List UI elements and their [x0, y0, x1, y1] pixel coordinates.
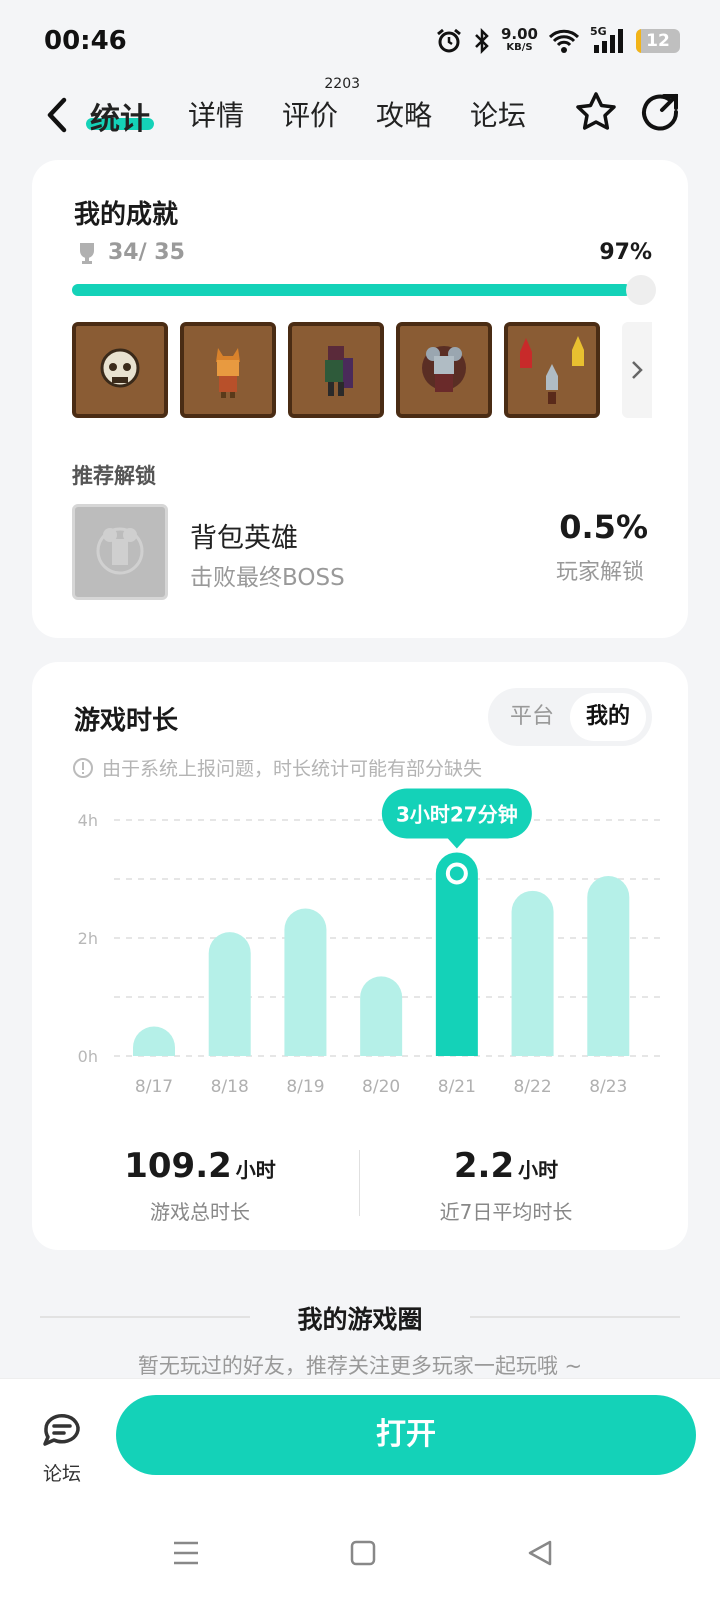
info-icon	[73, 757, 93, 778]
back-arrow-icon[interactable]	[38, 92, 78, 138]
chevron-right-icon	[632, 361, 643, 379]
bar-8/23	[587, 876, 630, 1056]
progress-end-icon	[626, 275, 656, 305]
tab-guides[interactable]: 攻略	[376, 82, 432, 158]
achievements-card: 我的成就 34/ 35 97% 推荐解锁 背包英雄 击败最终BOSS 0.5% …	[32, 160, 688, 638]
x-tick-label: 8/21	[438, 1077, 476, 1097]
rockets-badge[interactable]	[504, 322, 600, 418]
forum-button[interactable]: 论坛	[36, 1411, 88, 1486]
battery-indicator: 12	[636, 29, 680, 53]
tab-forum[interactable]: 论坛	[470, 82, 526, 158]
toggle-mine[interactable]: 我的	[570, 693, 646, 741]
recommend-desc: 击败最终BOSS	[190, 565, 345, 591]
recommend-percent-label: 玩家解锁	[555, 560, 644, 585]
x-tick-label: 8/23	[589, 1077, 627, 1097]
avg-playtime: 2.2 小时 近7日平均时长	[439, 1146, 573, 1224]
tab-reviews[interactable]: 评价 2203	[282, 76, 360, 158]
bar-8/20	[360, 976, 403, 1056]
platform-mine-toggle: 平台 我的	[488, 688, 652, 746]
tooltip-text: 3小时27分钟	[396, 802, 518, 826]
y-tick-label: 0h	[78, 1047, 98, 1066]
y-tick-label: 4h	[78, 811, 98, 830]
share-icon[interactable]	[640, 90, 680, 134]
bar-8/22	[511, 890, 554, 1056]
star-icon[interactable]	[574, 90, 618, 134]
status-bar: 00:46 9.00 KB/S 5G 12	[0, 0, 720, 82]
achievement-count: 34/ 35	[108, 240, 185, 265]
system-nav-bar	[0, 1510, 720, 1608]
tab-stats[interactable]: 统计	[86, 82, 154, 158]
x-tick-label: 8/19	[286, 1077, 324, 1097]
game-circle-title: 我的游戏圈	[297, 1305, 423, 1334]
section-divider-right	[470, 1316, 680, 1318]
bar-8/19	[284, 908, 327, 1056]
more-badges-arrow[interactable]	[622, 322, 652, 418]
signal-icon: 5G	[590, 25, 626, 55]
notice-text-row: 由于系统上报问题，时长统计可能有部分缺失	[72, 754, 482, 781]
ranger-badge[interactable]	[288, 322, 384, 418]
top-nav: 统计 详情 评价 2203 攻略 论坛	[0, 76, 720, 158]
net-speed: 9.00 KB/S	[500, 25, 538, 54]
tab-details[interactable]: 详情	[188, 82, 244, 158]
bluetooth-icon	[475, 27, 489, 55]
home-nav-icon[interactable]	[350, 1540, 376, 1570]
alarm-icon	[437, 28, 461, 53]
playtime-title: 游戏时长	[74, 706, 179, 736]
x-tick-label: 8/17	[135, 1077, 173, 1097]
tooltip-pointer	[447, 838, 466, 849]
game-circle-subtitle: 暂无玩过的好友，推荐关注更多玩家一起玩哦 ~	[137, 1354, 583, 1376]
menu-nav-icon[interactable]	[172, 1540, 200, 1570]
x-tick-label: 8/22	[513, 1077, 551, 1097]
bar-8/18	[208, 932, 251, 1056]
tab-bar: 统计 详情 评价 2203 攻略 论坛	[86, 76, 564, 158]
wifi-icon	[548, 29, 580, 53]
recommend-percent: 0.5%	[559, 508, 648, 546]
achievement-progress-bar	[72, 275, 656, 305]
recommend-name: 背包英雄	[190, 523, 298, 554]
playtime-stats: 109.2 小时 游戏总时长 2.2 小时 近7日平均时长	[32, 1146, 688, 1226]
review-count-badge: 2203	[324, 76, 361, 92]
x-tick-label: 8/20	[362, 1077, 400, 1097]
playtime-bar-chart: 0h 2h 4h 8/17 8/18 8/19 8/20 8/21 3小时27分钟 8/22 8/2…	[78, 788, 664, 1097]
toggle-platform[interactable]: 平台	[494, 693, 570, 741]
total-playtime: 109.2 小时 游戏总时长	[124, 1146, 276, 1224]
y-tick-label: 2h	[78, 929, 98, 948]
achievements-title: 我的成就	[74, 200, 179, 230]
mouse-mage-badge[interactable]	[396, 322, 492, 418]
trophy-icon	[80, 242, 94, 264]
achievement-badges	[72, 322, 600, 418]
achievement-percent: 97%	[599, 240, 652, 265]
skull-badge[interactable]	[72, 322, 168, 418]
clock: 00:46	[44, 26, 127, 56]
chat-bubble-icon	[43, 1413, 80, 1446]
notice-text: 由于系统上报问题，时长统计可能有部分缺失	[102, 758, 483, 780]
back-nav-icon[interactable]	[526, 1540, 554, 1570]
open-game-button[interactable]: 打开	[116, 1395, 696, 1475]
x-tick-label: 8/18	[211, 1077, 249, 1097]
recommend-title: 推荐解锁	[72, 464, 156, 488]
fox-warrior-badge[interactable]	[180, 322, 276, 418]
locked-achievement-image[interactable]	[72, 504, 168, 600]
playtime-card: 游戏时长 平台 我的 由于系统上报问题，时长统计可能有部分缺失 0h 2h 4h 8/…	[32, 662, 688, 1250]
bar-8/17	[133, 1026, 175, 1056]
